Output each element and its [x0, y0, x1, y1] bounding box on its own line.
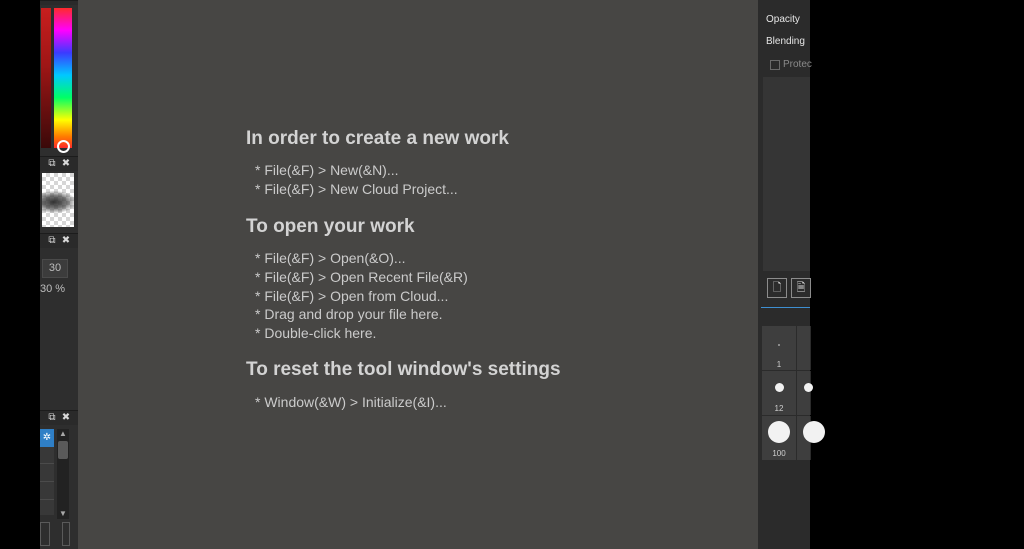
float-window-icon[interactable]: ⧉ — [46, 411, 58, 425]
section-heading: To reset the tool window's settings — [246, 359, 561, 380]
sub-tool-list[interactable]: ✲ — [40, 429, 54, 515]
opacity-label: Opacity — [766, 14, 800, 25]
tool-property-header: ⧉ ✖ — [40, 233, 78, 248]
brush-panel-header: ⧉ ✖ — [40, 156, 78, 171]
sub-tool-header: ⧉ ✖ — [40, 410, 78, 425]
instruction-item: * Window(&W) > Initialize(&I)... — [255, 394, 447, 410]
instruction-item: * File(&F) > Open Recent File(&R) — [255, 269, 468, 285]
protect-checkbox[interactable] — [770, 60, 780, 70]
layer-list[interactable] — [763, 77, 810, 271]
new-layer-icon[interactable]: 🗋 — [767, 278, 787, 298]
brush-size-cell[interactable] — [797, 371, 813, 415]
close-icon[interactable]: ✖ — [60, 411, 72, 425]
opacity-percent: 30 % — [40, 283, 66, 295]
instruction-item: * File(&F) > New(&N)... — [255, 162, 399, 178]
left-tool-strip: ⧉ ✖ ⧉ ✖ 30 30 % ⧉ ✖ ✲ ▲ ▼ — [40, 0, 78, 549]
brush-size-cell[interactable] — [797, 416, 825, 460]
section-heading: In order to create a new work — [246, 128, 509, 149]
instruction-item: * File(&F) > New Cloud Project... — [255, 181, 458, 197]
protect-label: Protec — [783, 59, 812, 70]
close-icon[interactable]: ✖ — [60, 234, 72, 248]
color-panel-header — [40, 0, 78, 5]
section-heading: To open your work — [246, 216, 415, 237]
blending-label: Blending — [766, 36, 805, 47]
color-saturation-bar[interactable] — [41, 8, 51, 148]
float-window-icon[interactable]: ⧉ — [46, 157, 58, 171]
scrollbar[interactable]: ▲ ▼ — [57, 429, 69, 519]
hue-slider-knob[interactable] — [57, 140, 70, 153]
hue-slider[interactable] — [54, 8, 72, 148]
float-window-icon[interactable]: ⧉ — [46, 234, 58, 248]
brush-size-input[interactable]: 30 — [42, 259, 68, 278]
mini-control[interactable] — [40, 522, 50, 546]
scrollbar-thumb[interactable] — [58, 441, 68, 459]
instruction-item: * File(&F) > Open(&O)... — [255, 250, 406, 266]
mini-control[interactable] — [62, 522, 70, 546]
scroll-down-icon[interactable]: ▼ — [57, 509, 69, 519]
canvas-area[interactable]: In order to create a new work * File(&F)… — [78, 0, 758, 549]
brush-size-cell[interactable]: 1 — [762, 326, 797, 370]
instruction-item: * Double-click here. — [255, 325, 377, 341]
brush-size-cell[interactable] — [797, 326, 811, 370]
new-vector-layer-icon[interactable]: 🗎 — [791, 278, 811, 298]
brush-size-cell[interactable]: 100 — [762, 416, 797, 460]
close-icon[interactable]: ✖ — [60, 157, 72, 171]
brush-tip-preview — [42, 173, 74, 227]
panel-divider — [761, 307, 810, 308]
scroll-up-icon[interactable]: ▲ — [57, 429, 69, 439]
gear-icon[interactable]: ✲ — [40, 429, 54, 447]
layer-panel: Opacity Blending Protec 🗋 🗎 1 12 100 — [758, 0, 825, 549]
instruction-item: * Drag and drop your file here. — [255, 306, 443, 322]
brush-size-cell[interactable]: 12 — [762, 371, 797, 415]
instruction-item: * File(&F) > Open from Cloud... — [255, 288, 449, 304]
